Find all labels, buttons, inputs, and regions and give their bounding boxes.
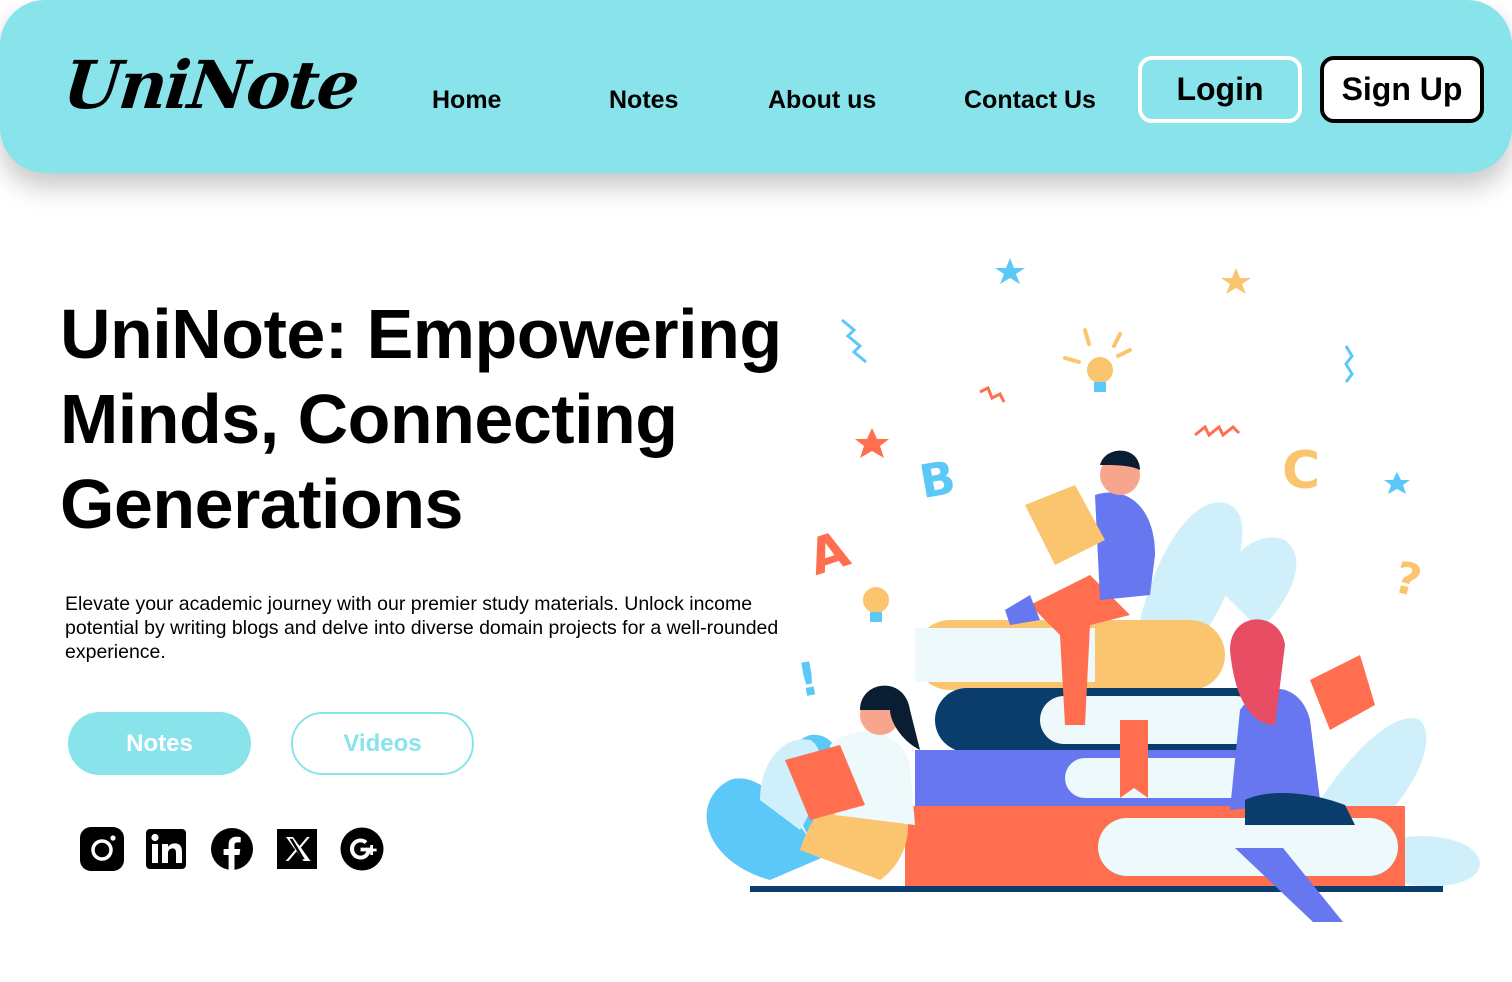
- google-plus-icon[interactable]: [340, 827, 384, 871]
- nav-link-notes[interactable]: Notes: [609, 84, 678, 116]
- letter-c: C: [1282, 441, 1320, 501]
- nav-link-contact-us[interactable]: Contact Us: [964, 84, 1096, 116]
- letter-b: B: [915, 450, 959, 509]
- nav-link-home[interactable]: Home: [432, 84, 501, 116]
- letter-a: A: [801, 520, 856, 587]
- sign-up-button[interactable]: Sign Up: [1320, 56, 1484, 123]
- videos-button[interactable]: Videos: [291, 712, 474, 775]
- instagram-icon[interactable]: [80, 827, 124, 871]
- question-mark-symbol: ?: [1389, 552, 1426, 608]
- brand-logo[interactable]: UniNote: [60, 46, 362, 124]
- facebook-icon[interactable]: [210, 827, 254, 871]
- hero-illustration: A B C ? !: [700, 240, 1500, 940]
- hero-description: Elevate your academic journey with our p…: [65, 593, 779, 663]
- nav-link-about-us[interactable]: About us: [768, 84, 876, 116]
- exclamation-symbol: !: [793, 651, 823, 708]
- navbar: UniNote Home Notes About us Contact Us L…: [0, 0, 1512, 173]
- x-icon[interactable]: [275, 827, 319, 871]
- linkedin-icon[interactable]: [145, 827, 189, 871]
- notes-button[interactable]: Notes: [68, 712, 251, 775]
- login-button[interactable]: Login: [1138, 56, 1302, 123]
